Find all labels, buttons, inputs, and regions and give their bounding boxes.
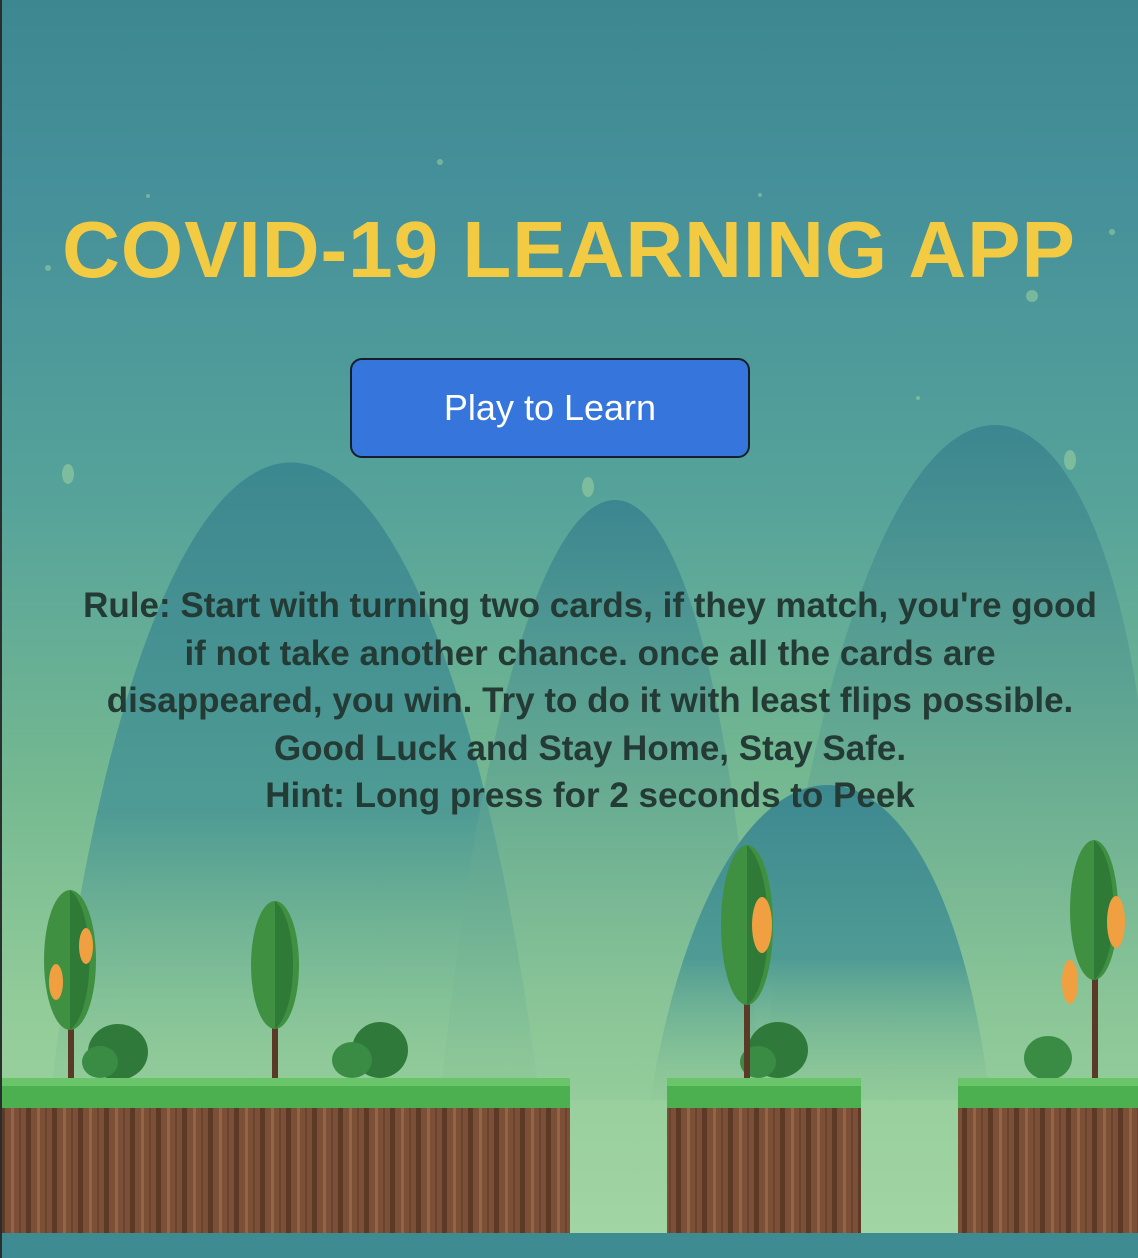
ground-platform-3 [958, 1078, 1138, 1233]
bush-4 [1024, 1036, 1072, 1080]
bottom-water-strip [0, 1233, 1138, 1258]
rules-text-block: Rule: Start with turning two cards, if t… [80, 582, 1100, 820]
hint-text: Hint: Long press for 2 seconds to Peek [265, 776, 915, 815]
window-edge [0, 0, 2, 1258]
rule-text: Rule: Start with turning two cards, if t… [83, 586, 1097, 768]
ground-platform-1 [0, 1078, 570, 1233]
app-title: COVID-19 LEARNING APP [62, 205, 1076, 294]
play-to-learn-button[interactable]: Play to Learn [350, 358, 750, 458]
ground-platform-2 [667, 1078, 861, 1233]
